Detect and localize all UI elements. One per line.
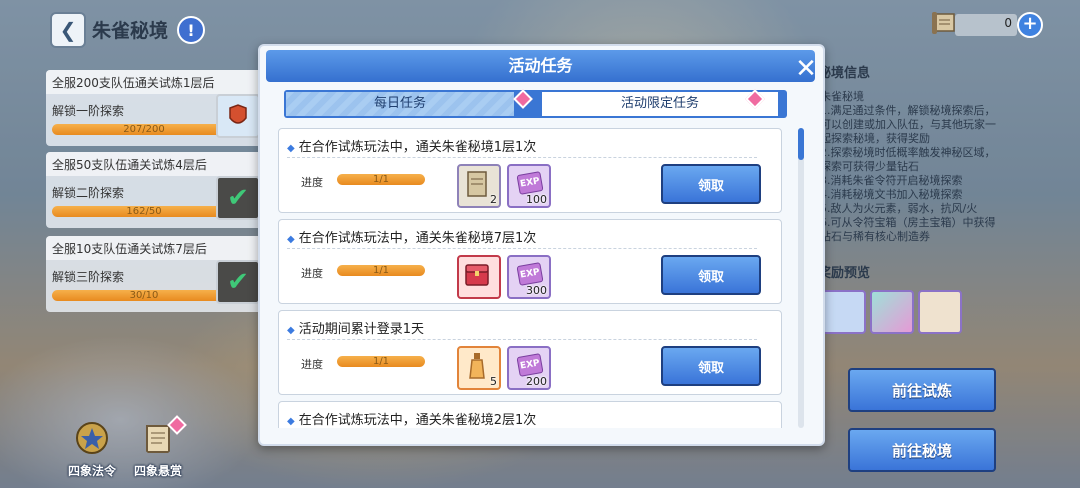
tier-card: 全服50支队伍通关试炼4层后 解锁二阶探索 162/50 ✔ xyxy=(46,152,266,228)
tier-progress-value: 207/200 xyxy=(123,124,165,135)
tier-card: 全服10支队伍通关试炼7层后 解锁三阶探索 30/10 ✔ xyxy=(46,236,266,312)
progress-label: 进度 xyxy=(301,267,323,280)
tier-label: 解锁三阶探索 xyxy=(52,270,125,284)
exp-reward-icon[interactable]: EXP 100 xyxy=(507,164,551,208)
tier-progress-value: 30/10 xyxy=(129,290,159,301)
task-list-scrollbar[interactable] xyxy=(798,128,804,428)
reward-preview-pouch-icon[interactable] xyxy=(918,290,962,334)
reward-preview-card-icon[interactable] xyxy=(822,290,866,334)
badge-icon xyxy=(76,422,108,454)
exp-reward-icon[interactable]: EXP 300 xyxy=(507,255,551,299)
exp-tag: EXP xyxy=(516,262,544,286)
armor-icon[interactable] xyxy=(216,94,260,138)
progress-value: 1/1 xyxy=(372,174,390,185)
exp-reward-icon[interactable]: EXP 200 xyxy=(507,346,551,390)
reward-preview-crystal-icon[interactable] xyxy=(870,290,914,334)
progress-value: 1/1 xyxy=(372,265,390,276)
divider xyxy=(287,248,757,249)
task-card: ◆ 在合作试炼玩法中，通关朱雀秘境7层1次 进度 1/1 EXP 300 领取 xyxy=(278,219,782,304)
chest-reward-icon[interactable] xyxy=(457,255,501,299)
four-symbols-bounty-button[interactable]: 四象悬赏 xyxy=(128,415,188,479)
page-title: 朱雀秘境 xyxy=(92,20,169,42)
tier-condition: 全服200支队伍通关试炼1层后 xyxy=(52,76,215,90)
divider xyxy=(287,157,757,158)
tier-condition: 全服50支队伍通关试炼4层后 xyxy=(52,158,207,172)
check-icon[interactable]: ✔ xyxy=(216,176,260,220)
scrollbar-thumb[interactable] xyxy=(798,128,804,160)
reward-quantity: 300 xyxy=(526,284,547,297)
close-x-icon[interactable]: ✕ xyxy=(794,56,818,82)
exp-tag: EXP xyxy=(516,353,544,377)
exp-tag: EXP xyxy=(516,171,544,195)
go-realm-button[interactable]: 前往秘境 xyxy=(848,428,996,472)
realm-info-title: 秘境信息 xyxy=(818,66,871,81)
dialog-title: 活动任务 xyxy=(508,56,573,75)
exclamation-icon[interactable]: ! xyxy=(177,16,205,44)
reward-quantity: 200 xyxy=(526,375,547,388)
info-line: 钻石与稀有核心制造券 xyxy=(820,230,930,243)
task-title: ◆ 在合作试炼玩法中，通关朱雀秘境1层1次 xyxy=(287,140,537,155)
tier-label: 解锁一阶探索 xyxy=(52,104,125,118)
task-title: ◆ 活动期间累计登录1天 xyxy=(287,322,424,337)
scroll-icon xyxy=(932,12,955,34)
claim-button[interactable]: 领取 xyxy=(661,164,761,204)
progress-value: 1/1 xyxy=(372,356,390,367)
currency-value: 0 xyxy=(1004,16,1012,30)
task-card: ◆ 活动期间累计登录1天 进度 1/1 5 EXP 200 领取 xyxy=(278,310,782,395)
tier-card: 全服200支队伍通关试炼1层后 解锁一阶探索 207/200 xyxy=(46,70,266,146)
progress-label: 进度 xyxy=(301,176,323,189)
claim-button[interactable]: 领取 xyxy=(661,346,761,386)
task-card: ◆ 在合作试炼玩法中，通关朱雀秘境1层1次 进度 1/1 2 EXP 100 领取 xyxy=(278,128,782,213)
activity-tasks-dialog: 活动任务 ✕ 每日任务 活动限定任务 ◆ 在合作试炼玩法中，通关朱雀秘境1层1次 … xyxy=(258,44,825,446)
reward-quantity: 2 xyxy=(490,193,497,206)
four-symbols-decree-button[interactable]: 四象法令 xyxy=(62,420,122,479)
divider xyxy=(287,339,757,340)
back-arrow-icon: ❮ xyxy=(59,18,77,42)
scroll-reward-icon[interactable]: 2 xyxy=(457,164,501,208)
reward-preview-title: 奖励预览 xyxy=(818,266,871,281)
back-button[interactable]: ❮ xyxy=(50,12,86,48)
go-trial-button[interactable]: 前往试炼 xyxy=(848,368,996,412)
claim-button[interactable]: 领取 xyxy=(661,255,761,295)
task-title: ◆ 在合作试炼玩法中，通关朱雀秘境7层1次 xyxy=(287,231,537,246)
tab-daily[interactable]: 每日任务 xyxy=(286,92,514,116)
shortcut-label: 四象法令 xyxy=(67,464,116,478)
dialog-header: 活动任务 ✕ xyxy=(266,50,818,82)
plus-icon[interactable]: + xyxy=(1017,12,1043,38)
check-icon[interactable]: ✔ xyxy=(216,260,260,304)
reward-quantity: 100 xyxy=(526,193,547,206)
reward-quantity: 5 xyxy=(490,375,497,388)
task-list: ◆ 在合作试炼玩法中，通关朱雀秘境1层1次 进度 1/1 2 EXP 100 领取… xyxy=(278,128,796,428)
task-title: ◆ 在合作试炼玩法中，通关朱雀秘境2层1次 xyxy=(287,413,537,428)
bottle-reward-icon[interactable]: 5 xyxy=(457,346,501,390)
tab-limited[interactable]: 活动限定任务 xyxy=(542,92,778,116)
task-card: ◆ 在合作试炼玩法中，通关朱雀秘境2层1次 xyxy=(278,401,782,428)
progress-label: 进度 xyxy=(301,358,323,371)
tier-condition: 全服10支队伍通关试炼7层后 xyxy=(52,242,207,256)
tier-label: 解锁二阶探索 xyxy=(52,186,125,200)
tier-progress-value: 162/50 xyxy=(126,206,162,217)
shortcut-label: 四象悬赏 xyxy=(133,464,182,478)
